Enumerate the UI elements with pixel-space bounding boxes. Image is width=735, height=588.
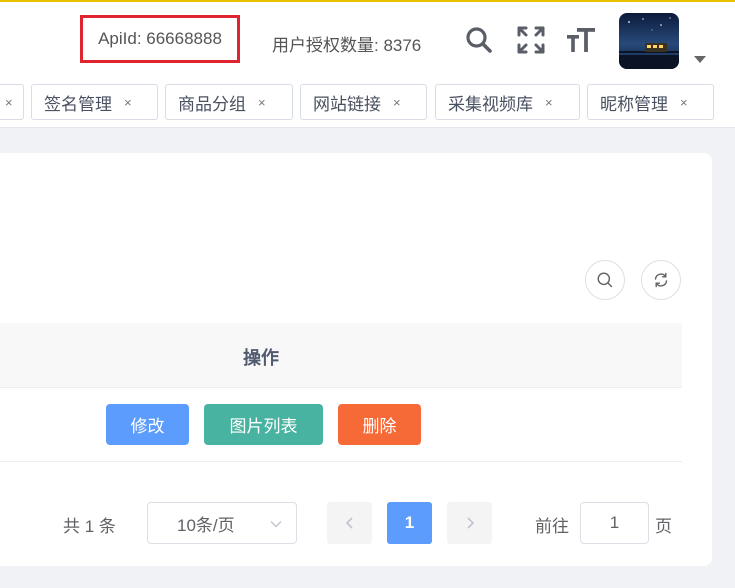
refresh-icon	[654, 272, 668, 288]
chevron-left-icon	[345, 517, 353, 529]
goto-label: 前往	[535, 517, 569, 536]
tag-close-icon[interactable]: ×	[545, 95, 553, 110]
refresh-button[interactable]	[641, 260, 681, 300]
tag-product-groups[interactable]: 商品分组 ×	[165, 84, 293, 120]
chevron-down-icon	[270, 521, 282, 528]
fullscreen-icon[interactable]	[516, 25, 546, 55]
font-size-icon[interactable]	[566, 25, 596, 55]
tag-label: 签名管理	[44, 94, 112, 114]
tag-close-icon[interactable]: ×	[680, 95, 688, 110]
table-row: 修改 图片列表 删除	[0, 388, 682, 462]
chevron-right-icon	[466, 517, 474, 529]
image-list-button[interactable]: 图片列表	[204, 404, 323, 445]
tag-label: 采集视频库	[448, 94, 533, 114]
tag-website-links[interactable]: 网站链接 ×	[300, 84, 427, 120]
tag-nickname-management[interactable]: 昵称管理 ×	[587, 84, 714, 120]
prev-page-button[interactable]	[327, 502, 372, 544]
delete-button[interactable]: 删除	[338, 404, 421, 445]
tag-label: 网站链接	[313, 94, 381, 114]
tag-video-library[interactable]: 采集视频库 ×	[435, 84, 580, 120]
tags-view-bar: × 签名管理 × 商品分组 × 网站链接 × 采集视频库 × 昵称管理 ×	[0, 78, 735, 128]
tag-close-icon[interactable]: ×	[5, 95, 13, 110]
column-header-operations: 操作	[243, 348, 279, 368]
tag-partial[interactable]: ×	[0, 84, 24, 120]
tag-label: 昵称管理	[600, 94, 668, 114]
search-icon	[597, 272, 613, 288]
api-id-text: ApiId: 66668888	[98, 29, 222, 48]
next-page-button[interactable]	[447, 502, 492, 544]
tag-close-icon[interactable]: ×	[393, 95, 401, 110]
edit-button[interactable]: 修改	[106, 404, 189, 445]
pagination-total: 共 1 条	[63, 517, 116, 536]
page-number-current[interactable]: 1	[387, 502, 432, 544]
tag-signature-management[interactable]: 签名管理 ×	[31, 84, 158, 120]
tag-label: 商品分组	[178, 94, 246, 114]
goto-suffix: 页	[655, 517, 672, 536]
page-size-select[interactable]: 10条/页	[147, 502, 297, 544]
tag-close-icon[interactable]: ×	[258, 95, 266, 110]
avatar[interactable]	[619, 13, 679, 69]
tag-close-icon[interactable]: ×	[124, 95, 132, 110]
top-navbar: ApiId: 66668888 用户授权数量: 8376	[0, 0, 735, 78]
goto-page-input[interactable]	[580, 502, 649, 544]
content-card: 操作 修改 图片列表 删除 共 1 条 10条/页 1 前往 页	[0, 153, 712, 566]
caret-down-icon[interactable]	[694, 56, 706, 63]
search-toggle-button[interactable]	[585, 260, 625, 300]
page-size-value: 10条/页	[177, 515, 235, 535]
table-header: 操作	[0, 323, 682, 388]
api-id-label: ApiId: 66668888	[80, 15, 240, 63]
auth-count-label: 用户授权数量: 8376	[272, 36, 422, 55]
pagination: 共 1 条 10条/页 1 前往 页	[0, 502, 712, 544]
search-icon[interactable]	[464, 25, 494, 55]
